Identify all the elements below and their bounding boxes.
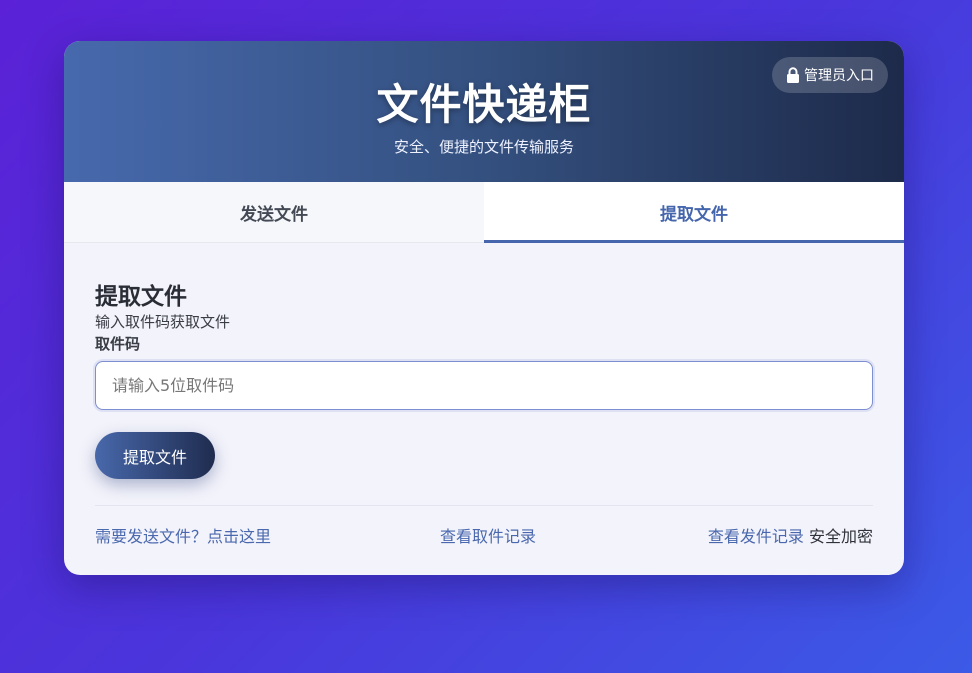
section-description: 输入取件码获取文件 <box>95 313 231 331</box>
tab-pickup-file[interactable]: 提取文件 <box>484 182 904 243</box>
tab-send-file[interactable]: 发送文件 <box>64 182 484 242</box>
header: 文件快递柜 安全、便捷的文件传输服务 管理员入口 <box>64 41 904 182</box>
admin-entry-label: 管理员入口 <box>804 68 874 84</box>
divider <box>95 505 873 506</box>
footer-right: 查看发件记录 安全加密 <box>708 523 873 547</box>
pickup-code-label: 取件码 <box>95 335 141 353</box>
page-subtitle: 安全、便捷的文件传输服务 <box>393 138 574 156</box>
send-history-link[interactable]: 查看发件记录 <box>708 527 804 546</box>
card: 文件快递柜 安全、便捷的文件传输服务 管理员入口 发送文件 提取文件 提取文件 … <box>64 41 904 575</box>
send-file-link[interactable]: 需要发送文件？点击这里 <box>95 523 271 547</box>
lock-icon <box>786 67 800 83</box>
pickup-history-link[interactable]: 查看取件记录 <box>440 523 536 547</box>
tab-bar: 发送文件 提取文件 <box>64 182 904 243</box>
section-title: 提取文件 <box>95 284 187 310</box>
secure-encryption-text: 安全加密 <box>808 527 873 546</box>
pickup-code-input[interactable] <box>95 361 873 410</box>
pickup-submit-button[interactable]: 提取文件 <box>95 432 215 479</box>
admin-entry-button[interactable]: 管理员入口 <box>772 57 888 93</box>
